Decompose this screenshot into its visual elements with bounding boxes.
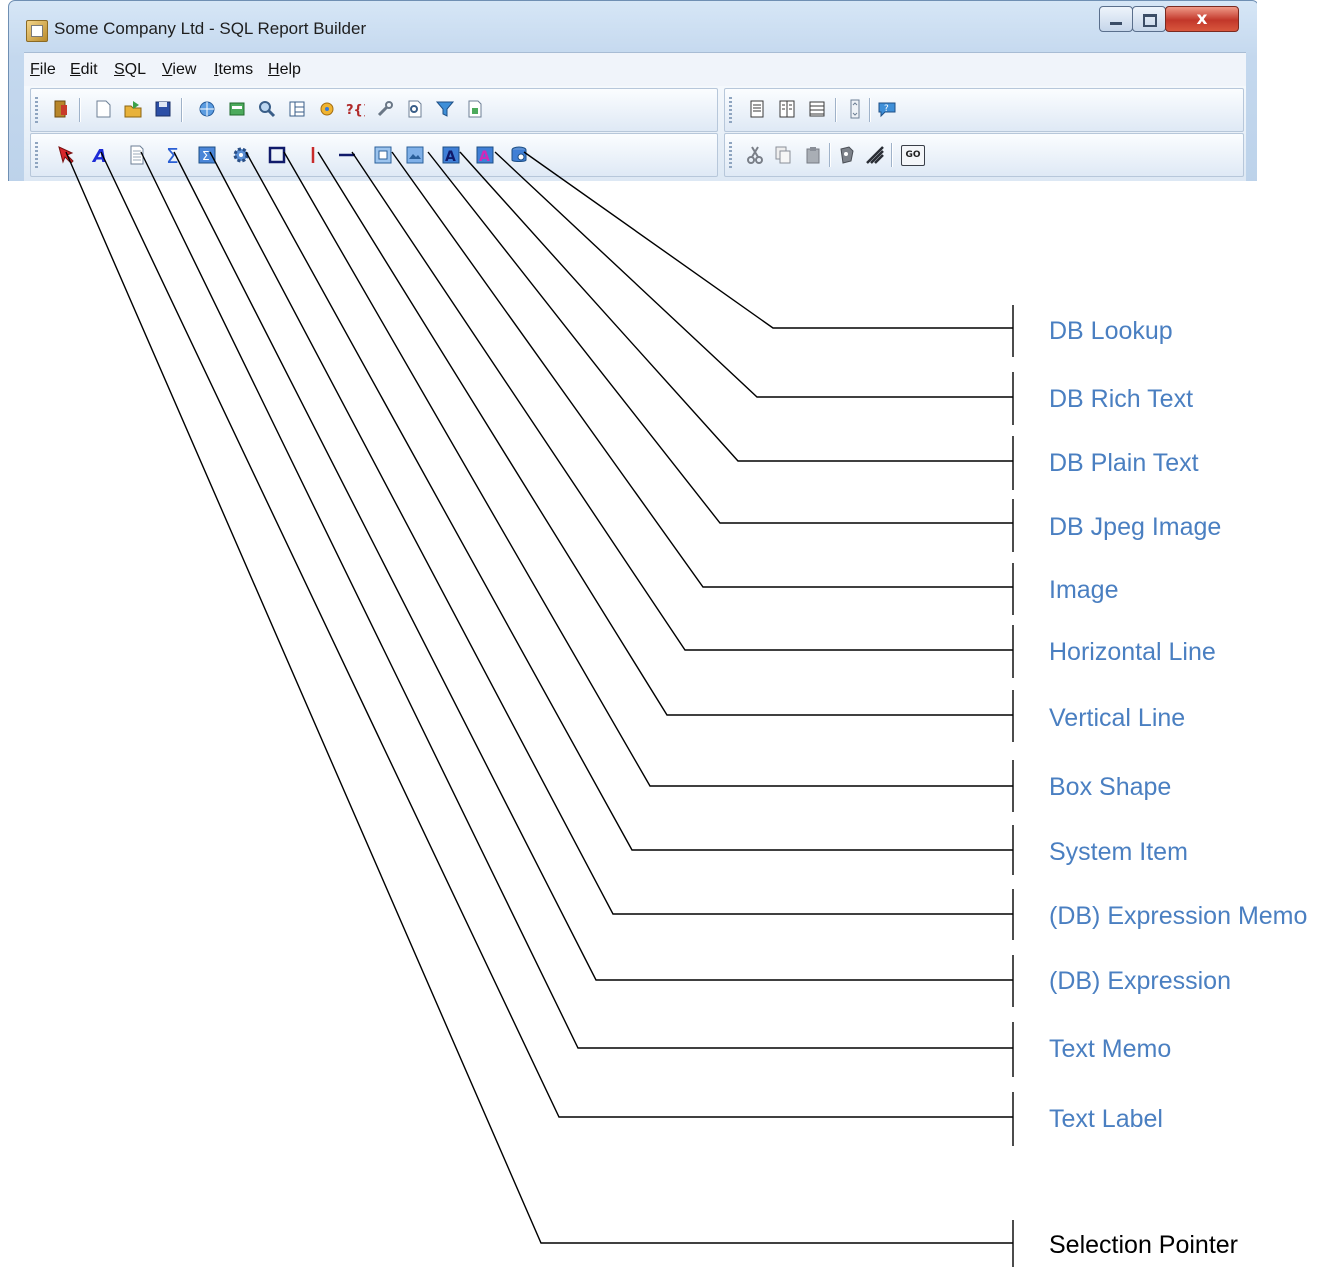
callout-leader-selection-pointer (65, 151, 1013, 1244)
callout-text-memo: Text Memo (1049, 1035, 1172, 1063)
callout-leader-expression (173, 151, 1013, 981)
callout-leader-text-label (100, 151, 1013, 1118)
callout-leader-system-item (245, 151, 1013, 851)
callout-leader-db-jpeg-image (427, 151, 1013, 524)
callout-leader-box-shape (283, 151, 1013, 787)
callout-leader-horizontal-line (351, 151, 1013, 651)
callout-text-label: Text Label (1049, 1105, 1163, 1133)
callout-vertical-line: Vertical Line (1049, 704, 1186, 732)
callout-db-plain-text: DB Plain Text (1049, 449, 1199, 477)
callout-lines (65, 151, 1014, 1267)
callout-box-shape: Box Shape (1049, 773, 1172, 801)
callout-system-item: System Item (1049, 838, 1188, 866)
callout-leader-db-rich-text (494, 151, 1013, 398)
callout-image: Image (1049, 576, 1119, 604)
callout-leader-db-lookup (523, 151, 1013, 329)
callout-leader-vertical-line (317, 151, 1013, 716)
callout-expression-memo: (DB) Expression Memo (1049, 902, 1308, 930)
callout-expression: (DB) Expression (1049, 967, 1231, 995)
callout-db-rich-text: DB Rich Text (1049, 385, 1194, 413)
callout-leader-image (391, 151, 1013, 588)
callout-leader-db-plain-text (459, 151, 1013, 462)
callout-db-jpeg-image: DB Jpeg Image (1049, 513, 1222, 541)
callout-db-lookup: DB Lookup (1049, 317, 1173, 345)
callout-leader-expression-memo (209, 151, 1013, 915)
callout-horizontal-line: Horizontal Line (1049, 638, 1216, 666)
callout-selection-pointer: Selection Pointer (1049, 1231, 1239, 1259)
